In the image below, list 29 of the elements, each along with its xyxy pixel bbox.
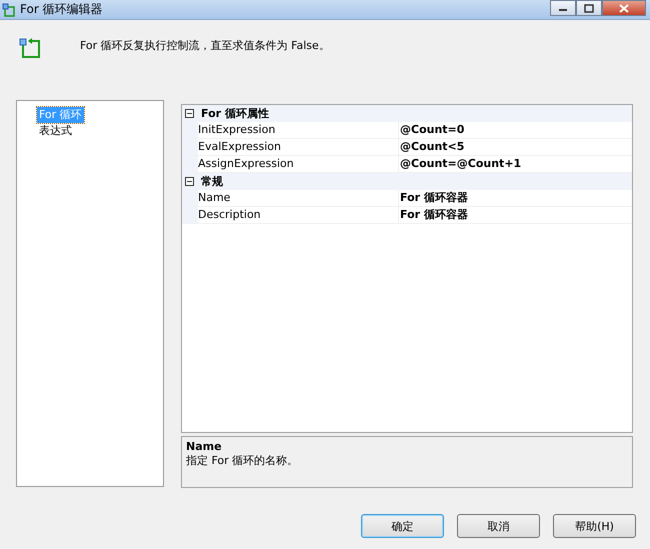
property-value[interactable]: For 循环容器	[399, 207, 468, 223]
dialog-button[interactable]: 取消	[457, 514, 540, 538]
close-button[interactable]	[602, 0, 646, 16]
property-value[interactable]: @Count=@Count+1	[399, 156, 522, 172]
property-name[interactable]: Description	[198, 207, 399, 223]
collapse-icon[interactable]	[185, 177, 194, 186]
maximize-button[interactable]	[576, 0, 602, 16]
dialog-button[interactable]: 帮助(H)	[553, 514, 636, 538]
help-text: 指定 For 循环的名称。	[186, 453, 298, 468]
loop-icon	[2, 2, 16, 16]
maximize-icon	[584, 4, 594, 12]
window-title: For 循环编辑器	[20, 1, 103, 18]
collapse-icon[interactable]	[185, 109, 194, 118]
property-value[interactable]: @Count=0	[399, 122, 464, 138]
property-name[interactable]: AssignExpression	[198, 156, 399, 172]
help-title: Name	[186, 440, 222, 453]
loop-icon	[18, 36, 42, 60]
property-value[interactable]: For 循环容器	[399, 190, 468, 206]
close-icon	[619, 4, 629, 12]
property-name[interactable]: EvalExpression	[198, 139, 399, 155]
property-name[interactable]: Name	[198, 190, 399, 206]
dialog-button[interactable]: 确定	[361, 514, 444, 538]
property-name[interactable]: InitExpression	[198, 122, 399, 138]
minimize-button[interactable]	[550, 0, 576, 16]
nav-item[interactable]: 表达式	[37, 123, 74, 139]
description-text: For 循环反复执行控制流，直至求值条件为 False。	[80, 38, 330, 53]
category-label: For 循环属性	[201, 106, 269, 121]
property-value[interactable]: @Count<5	[399, 139, 464, 155]
category-label: 常规	[201, 174, 223, 189]
